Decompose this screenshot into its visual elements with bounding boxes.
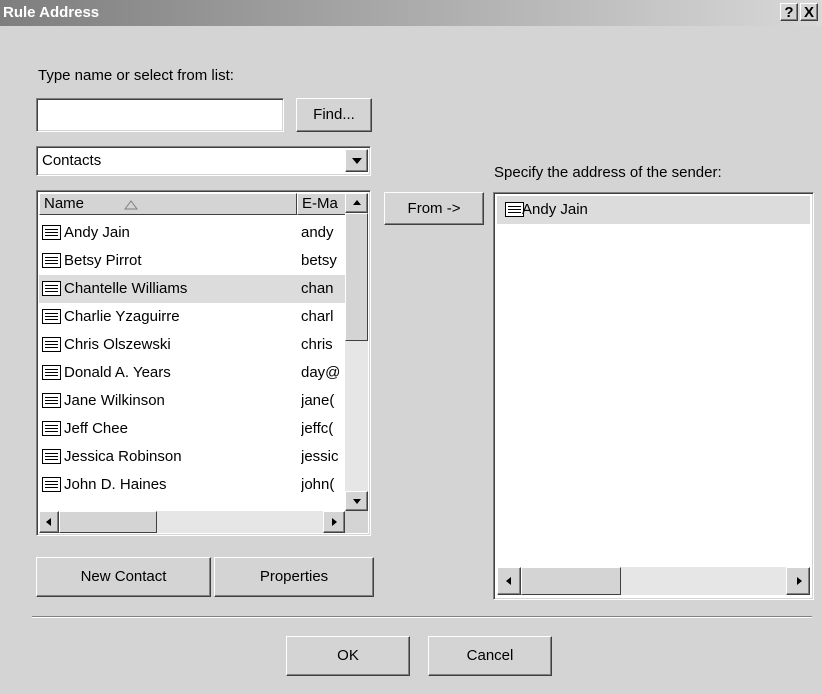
table-row[interactable]: Jane Wilkinson jane( — [39, 387, 345, 415]
contact-name: Jeff Chee — [64, 420, 128, 437]
contact-name: John D. Haines — [64, 476, 167, 493]
contact-card-icon — [42, 365, 61, 380]
find-button-label: Find... — [313, 106, 355, 123]
table-row[interactable]: Jeff Chee jeffc( — [39, 415, 345, 443]
contact-email: john( — [301, 476, 335, 493]
from-button[interactable]: From -> — [384, 192, 484, 225]
scrollbar-corner — [345, 511, 368, 533]
table-row[interactable]: John D. Haines john( — [39, 471, 345, 499]
scroll-left-button[interactable] — [39, 511, 59, 533]
ok-button[interactable]: OK — [286, 636, 410, 676]
sender-scroll-right-button[interactable] — [786, 567, 810, 595]
contact-card-icon — [42, 281, 61, 296]
contact-email: jessic — [301, 448, 339, 465]
column-header-name-label: Name — [44, 195, 85, 212]
arrow-right-icon — [797, 577, 802, 585]
contact-email: day@ — [301, 364, 341, 381]
column-header-email[interactable]: E-Ma — [297, 193, 345, 215]
contacts-vertical-scrollbar[interactable] — [345, 193, 368, 511]
sender-horizontal-scrollbar[interactable] — [497, 567, 810, 595]
scroll-up-button[interactable] — [345, 193, 368, 213]
properties-button[interactable]: Properties — [214, 557, 374, 597]
vertical-scroll-thumb[interactable] — [345, 213, 368, 341]
table-row[interactable]: Andy Jain andy — [39, 219, 345, 247]
help-button[interactable]: ? — [780, 3, 798, 21]
arrow-left-icon — [46, 518, 51, 526]
contact-name: Jane Wilkinson — [64, 392, 165, 409]
column-header-email-label: E-Ma — [302, 195, 338, 212]
scroll-down-button[interactable] — [345, 491, 368, 511]
contact-name: Charlie Yzaguirre — [64, 308, 180, 325]
ok-button-label: OK — [337, 647, 359, 664]
arrow-down-icon — [353, 499, 361, 504]
contact-email: charl — [301, 308, 334, 325]
sender-scroll-left-button[interactable] — [497, 567, 521, 595]
contact-name: Andy Jain — [64, 224, 130, 241]
contact-email: jeffc( — [301, 420, 334, 437]
search-prompt-label: Type name or select from list: — [38, 67, 234, 84]
sender-box[interactable]: Andy Jain — [493, 192, 814, 600]
contact-name: Chris Olszewski — [64, 336, 171, 353]
contact-card-icon — [42, 337, 61, 352]
cancel-button[interactable]: Cancel — [428, 636, 552, 676]
contact-email: jane( — [301, 392, 335, 409]
contacts-list-view: Name E-Ma Andy Jain andy Betsy Pirrot betsy… — [39, 193, 345, 533]
address-book-selected: Contacts — [42, 152, 102, 169]
horizontal-scroll-thumb[interactable] — [59, 511, 157, 533]
table-row[interactable]: Betsy Pirrot betsy — [39, 247, 345, 275]
contacts-horizontal-scrollbar[interactable] — [39, 511, 345, 533]
find-button[interactable]: Find... — [296, 98, 372, 132]
dialog-title: Rule Address — [3, 4, 100, 21]
new-contact-button-label: New Contact — [80, 568, 167, 585]
sender-item-name: Andy Jain — [522, 201, 588, 218]
new-contact-button[interactable]: New Contact — [36, 557, 211, 597]
contact-email: chan — [301, 280, 334, 297]
arrow-up-icon — [353, 200, 361, 205]
table-row[interactable]: Jessica Robinson jessic — [39, 443, 345, 471]
cancel-button-label: Cancel — [466, 647, 514, 664]
scroll-right-button[interactable] — [323, 511, 345, 533]
sender-scroll-thumb[interactable] — [521, 567, 621, 595]
contacts-list: Name E-Ma Andy Jain andy Betsy Pirrot betsy… — [36, 190, 371, 536]
sort-ascending-icon — [124, 200, 138, 210]
contact-card-icon — [42, 309, 61, 324]
contact-email: betsy — [301, 252, 337, 269]
properties-button-label: Properties — [259, 568, 329, 585]
from-button-label: From -> — [407, 200, 461, 217]
separator-highlight — [32, 617, 812, 618]
contact-card-icon — [42, 393, 61, 408]
contact-card-icon — [42, 225, 61, 240]
arrow-right-icon — [332, 518, 337, 526]
table-row[interactable]: Chantelle Williams chan — [39, 275, 345, 303]
title-bar[interactable]: Rule Address ? X — [0, 0, 822, 26]
sender-label: Specify the address of the sender: — [494, 164, 722, 181]
contact-name: Donald A. Years — [64, 364, 171, 381]
contact-email: chris — [301, 336, 333, 353]
address-book-select[interactable]: Contacts — [36, 146, 371, 176]
contact-card-icon — [42, 421, 61, 436]
contact-card-icon — [42, 449, 61, 464]
close-button[interactable]: X — [800, 3, 818, 21]
address-book-dropdown-button[interactable] — [345, 149, 368, 172]
contact-email: andy — [301, 224, 334, 241]
contact-name: Jessica Robinson — [64, 448, 182, 465]
arrow-left-icon — [506, 577, 511, 585]
chevron-down-icon — [352, 158, 362, 164]
contact-card-icon — [42, 477, 61, 492]
rule-address-dialog: Rule Address ? X Type name or select fro… — [0, 0, 822, 694]
table-row[interactable]: Donald A. Years day@ — [39, 359, 345, 387]
table-row[interactable]: Charlie Yzaguirre charl — [39, 303, 345, 331]
table-row[interactable]: Chris Olszewski chris — [39, 331, 345, 359]
column-header-name[interactable]: Name — [39, 193, 297, 215]
search-input[interactable] — [36, 98, 284, 132]
contact-name: Chantelle Williams — [64, 280, 188, 297]
contact-card-icon — [42, 253, 61, 268]
contact-name: Betsy Pirrot — [64, 252, 142, 269]
sender-item[interactable]: Andy Jain — [497, 196, 810, 224]
